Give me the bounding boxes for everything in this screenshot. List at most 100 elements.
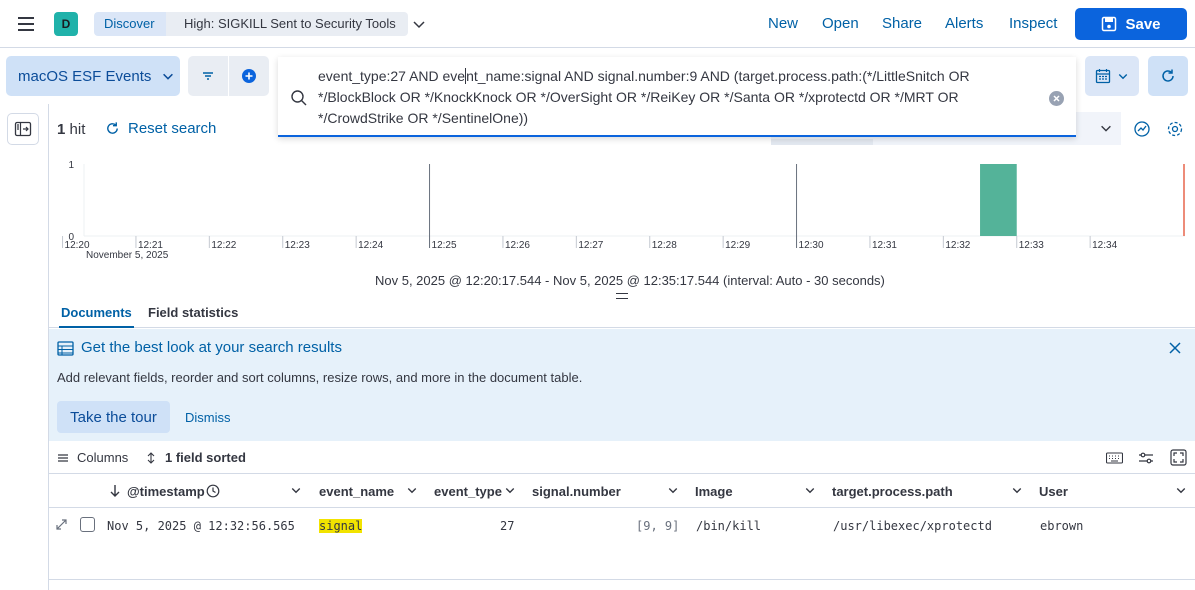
query-filter-menu-button[interactable]	[188, 56, 228, 96]
x-tick-label: 12:33	[1019, 240, 1044, 251]
new-link[interactable]: New	[768, 15, 798, 32]
x-tick-label: 12:23	[285, 240, 310, 251]
keyboard-icon[interactable]	[1106, 451, 1123, 465]
x-tick-label: 12:24	[358, 240, 383, 251]
column-menu-icon[interactable]	[406, 484, 418, 496]
refresh-button[interactable]	[1148, 56, 1188, 96]
column-menu-icon[interactable]	[804, 484, 816, 496]
column-header-target-process-path[interactable]: target.process.path	[832, 484, 953, 499]
column-header-user[interactable]: User	[1039, 484, 1068, 499]
breadcrumb-current: High: SIGKILL Sent to Security Tools	[166, 12, 408, 36]
sort-icon	[145, 451, 157, 464]
filter-icon	[201, 69, 215, 83]
x-tick-label: 12:25	[432, 240, 457, 251]
share-link[interactable]: Share	[882, 15, 922, 32]
refresh-icon	[105, 121, 120, 136]
add-filter-button[interactable]	[229, 56, 269, 96]
column-header-event-type[interactable]: event_type	[434, 484, 502, 499]
cell-image: /bin/kill	[696, 519, 762, 533]
clock-icon	[206, 484, 220, 498]
column-menu-icon[interactable]	[1175, 484, 1187, 496]
x-date-label: November 5, 2025	[86, 250, 169, 261]
cell-event-type: 27	[500, 519, 515, 533]
take-tour-button[interactable]: Take the tour	[57, 401, 170, 433]
x-tick-label: 12:29	[725, 240, 750, 251]
close-icon[interactable]	[1169, 342, 1181, 354]
cell-user: ebrown	[1040, 519, 1084, 533]
x-tick-label: 12:26	[505, 240, 530, 251]
x-tick-label: 12:27	[578, 240, 603, 251]
menu-icon[interactable]	[16, 14, 36, 34]
column-header-image[interactable]: Image	[695, 484, 733, 499]
dismiss-button[interactable]: Dismiss	[185, 410, 231, 425]
table-row[interactable]: Nov 5, 2025 @ 12:32:56.565 signal 27 [9,…	[49, 508, 1195, 544]
gear-icon[interactable]	[1166, 120, 1184, 138]
breadcrumb-discover[interactable]: Discover	[94, 12, 177, 36]
x-tick-label: 12:28	[652, 240, 677, 251]
table-icon	[57, 340, 74, 357]
columns-icon	[57, 452, 69, 464]
cell-event-name: signal	[319, 519, 363, 533]
view-tabs: Documents Field statistics	[49, 298, 1195, 328]
cell-signal-number: [9, 9]	[636, 519, 680, 533]
column-menu-icon[interactable]	[1011, 484, 1023, 496]
sort-descending-icon	[109, 484, 121, 498]
plus-circle-icon	[241, 68, 257, 84]
query-text[interactable]: event_type:27 AND event_name:signal AND …	[318, 66, 1038, 129]
data-view-label: macOS ESF Events	[18, 67, 152, 85]
histogram-bar	[980, 164, 1017, 236]
clear-query-icon[interactable]	[1049, 91, 1064, 106]
x-tick-label: 12:34	[1092, 240, 1117, 251]
callout-text: Add relevant fields, reorder and sort co…	[57, 370, 583, 385]
cell-target-process-path: /usr/libexec/xprotectd	[833, 519, 992, 533]
chart-time-range: Nov 5, 2025 @ 12:20:17.544 - Nov 5, 2025…	[375, 273, 885, 288]
callout-title: Get the best look at your search results	[81, 339, 342, 356]
reset-search-button[interactable]: Reset search	[105, 120, 216, 137]
sidebar-toggle-button[interactable]	[7, 113, 39, 145]
data-view-picker[interactable]: macOS ESF Events	[6, 56, 180, 96]
column-menu-icon[interactable]	[667, 484, 679, 496]
grid-bottom-border	[49, 579, 1195, 580]
refresh-icon	[1160, 68, 1176, 84]
tab-field-statistics[interactable]: Field statistics	[148, 305, 238, 320]
save-icon	[1101, 16, 1117, 32]
column-header-signal-number[interactable]: signal.number	[532, 484, 621, 499]
x-tick-label: 12:32	[945, 240, 970, 251]
column-menu-icon[interactable]	[290, 484, 302, 496]
sort-fields-button[interactable]: 1 field sorted	[145, 450, 246, 465]
y-tick-label: 1	[68, 160, 74, 171]
histogram-chart: 1 0 12:20 12:21 12:22 12:23 12:24 12:25 12:26 12:…	[0, 150, 1195, 270]
display-settings-icon[interactable]	[1138, 450, 1154, 466]
save-button[interactable]: Save	[1075, 8, 1187, 40]
alerts-link[interactable]: Alerts	[945, 15, 983, 32]
chevron-down-icon[interactable]	[411, 16, 427, 32]
inspect-link[interactable]: Inspect	[1009, 15, 1057, 32]
chevron-down-icon	[1099, 121, 1113, 135]
x-tick-label: 12:22	[211, 240, 236, 251]
save-label: Save	[1125, 15, 1161, 33]
column-header-event-name[interactable]: event_name	[319, 484, 394, 499]
columns-label: Columns	[77, 450, 129, 465]
hit-count: 1 hit	[57, 121, 86, 138]
grid-toolbar: Columns 1 field sorted	[49, 442, 1195, 474]
sidebar-expand-icon	[14, 120, 32, 138]
column-menu-icon[interactable]	[504, 484, 516, 496]
date-picker-button[interactable]	[1085, 56, 1139, 96]
query-input[interactable]: event_type:27 AND event_name:signal AND …	[278, 57, 1076, 137]
space-avatar[interactable]: D	[54, 12, 78, 36]
cell-timestamp: Nov 5, 2025 @ 12:32:56.565	[107, 519, 295, 533]
chevron-down-icon	[161, 69, 175, 83]
x-tick-label: 12:31	[872, 240, 897, 251]
sort-label: 1 field sorted	[165, 450, 246, 465]
x-tick-label: 12:30	[799, 240, 824, 251]
fullscreen-icon[interactable]	[1170, 449, 1187, 466]
open-link[interactable]: Open	[822, 15, 859, 32]
columns-button[interactable]: Columns	[57, 450, 128, 465]
tab-documents[interactable]: Documents	[59, 305, 134, 328]
tour-callout: Get the best look at your search results…	[49, 329, 1195, 441]
chart-visualize-icon[interactable]	[1133, 120, 1151, 138]
chevron-down-icon	[1117, 70, 1129, 82]
grid-header: @timestamp event_name event_type signal.…	[49, 474, 1195, 508]
column-header-timestamp[interactable]: @timestamp	[127, 484, 205, 499]
top-header: D Discover High: SIGKILL Sent to Securit…	[0, 0, 1195, 48]
